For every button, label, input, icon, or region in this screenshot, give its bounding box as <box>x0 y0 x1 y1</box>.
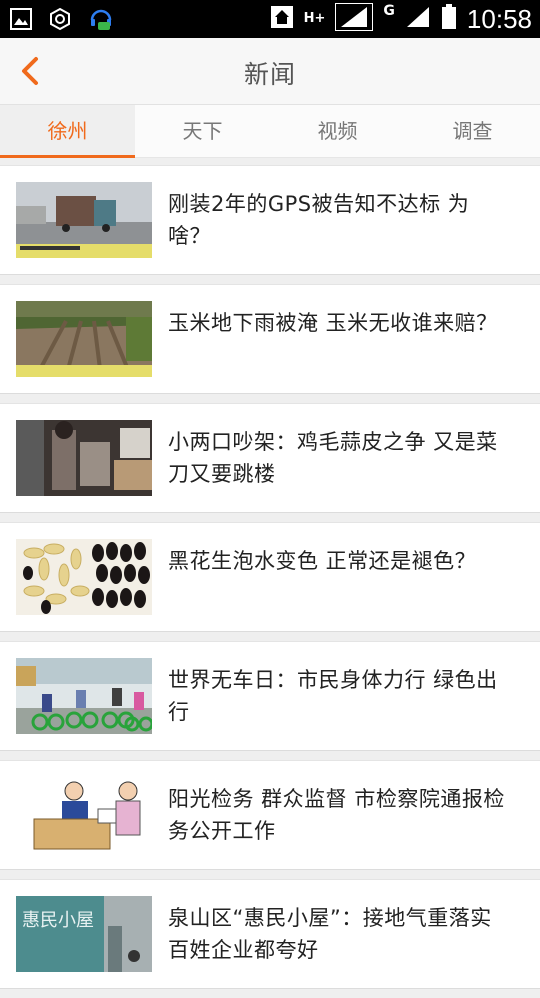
settings-hexagon-icon <box>48 7 72 35</box>
news-title: 玉米地下雨被淹 玉米无收谁来赔？ <box>168 311 498 335</box>
signal-strength-icon <box>405 5 431 33</box>
network-type-label: H+ <box>303 11 326 26</box>
gallery-icon <box>10 8 32 34</box>
news-item[interactable]: 黑花生泡水变色 正常还是褪色？ <box>0 522 540 632</box>
news-title: 小两口吵架：鸡毛蒜皮之争 又是菜刀又要跳楼 <box>168 430 498 486</box>
home-icon <box>270 5 294 33</box>
news-title: 刚装2年的GPS被告知不达标 为啥？ <box>168 192 470 248</box>
status-bar: H+ G 10:58 <box>0 0 540 38</box>
news-item[interactable]: 阳光检务 群众监督 市检察院通报检务公开工作 <box>0 760 540 870</box>
news-title: 阳光检务 群众监督 市检察院通报检务公开工作 <box>168 787 505 843</box>
page-title: 新闻 <box>243 60 296 89</box>
category-tabs: 徐州 天下 视频 调查 <box>0 105 540 158</box>
huimin-sign-text: 惠民小屋 <box>22 910 94 931</box>
news-title: 黑花生泡水变色 正常还是褪色？ <box>168 549 477 573</box>
cyclists-thumbnail <box>16 658 152 734</box>
carrier-g-label: G <box>383 3 395 19</box>
news-item[interactable]: 小两口吵架：鸡毛蒜皮之争 又是菜刀又要跳楼 <box>0 403 540 513</box>
signal-icon <box>335 3 374 35</box>
clock: 10:58 <box>466 3 532 34</box>
tab-xuzhou[interactable]: 徐州 <box>0 105 135 158</box>
news-title: 世界无车日：市民身体力行 绿色出行 <box>168 668 498 724</box>
truck-highway-thumbnail <box>16 182 152 258</box>
tab-video[interactable]: 视频 <box>270 105 405 157</box>
news-item[interactable]: 玉米地下雨被淹 玉米无收谁来赔？ <box>0 284 540 394</box>
tab-tianxia[interactable]: 天下 <box>135 105 270 157</box>
news-item[interactable]: 世界无车日：市民身体力行 绿色出行 <box>0 641 540 751</box>
couple-argument-thumbnail <box>16 420 152 496</box>
news-item[interactable]: 惠民小屋 泉山区“惠民小屋”：接地气重落实 百姓企业都夸好 <box>0 879 540 989</box>
black-peanuts-thumbnail <box>16 539 152 615</box>
news-list: 刚装2年的GPS被告知不达标 为啥？ 玉米地下雨被淹 玉米无收谁来赔？ 小两口吵… <box>0 165 540 998</box>
battery-icon <box>441 4 457 34</box>
title-bar: 新闻 <box>0 38 540 105</box>
news-item[interactable]: 刚装2年的GPS被告知不达标 为啥？ <box>0 165 540 275</box>
huimin-house-thumbnail: 惠民小屋 <box>16 896 152 972</box>
cornfield-thumbnail <box>16 301 152 377</box>
officials-cartoon-thumbnail <box>16 777 152 853</box>
tab-survey[interactable]: 调查 <box>405 105 540 157</box>
news-title: 泉山区“惠民小屋”：接地气重落实 百姓企业都夸好 <box>168 906 492 962</box>
headset-chat-icon <box>88 6 114 36</box>
